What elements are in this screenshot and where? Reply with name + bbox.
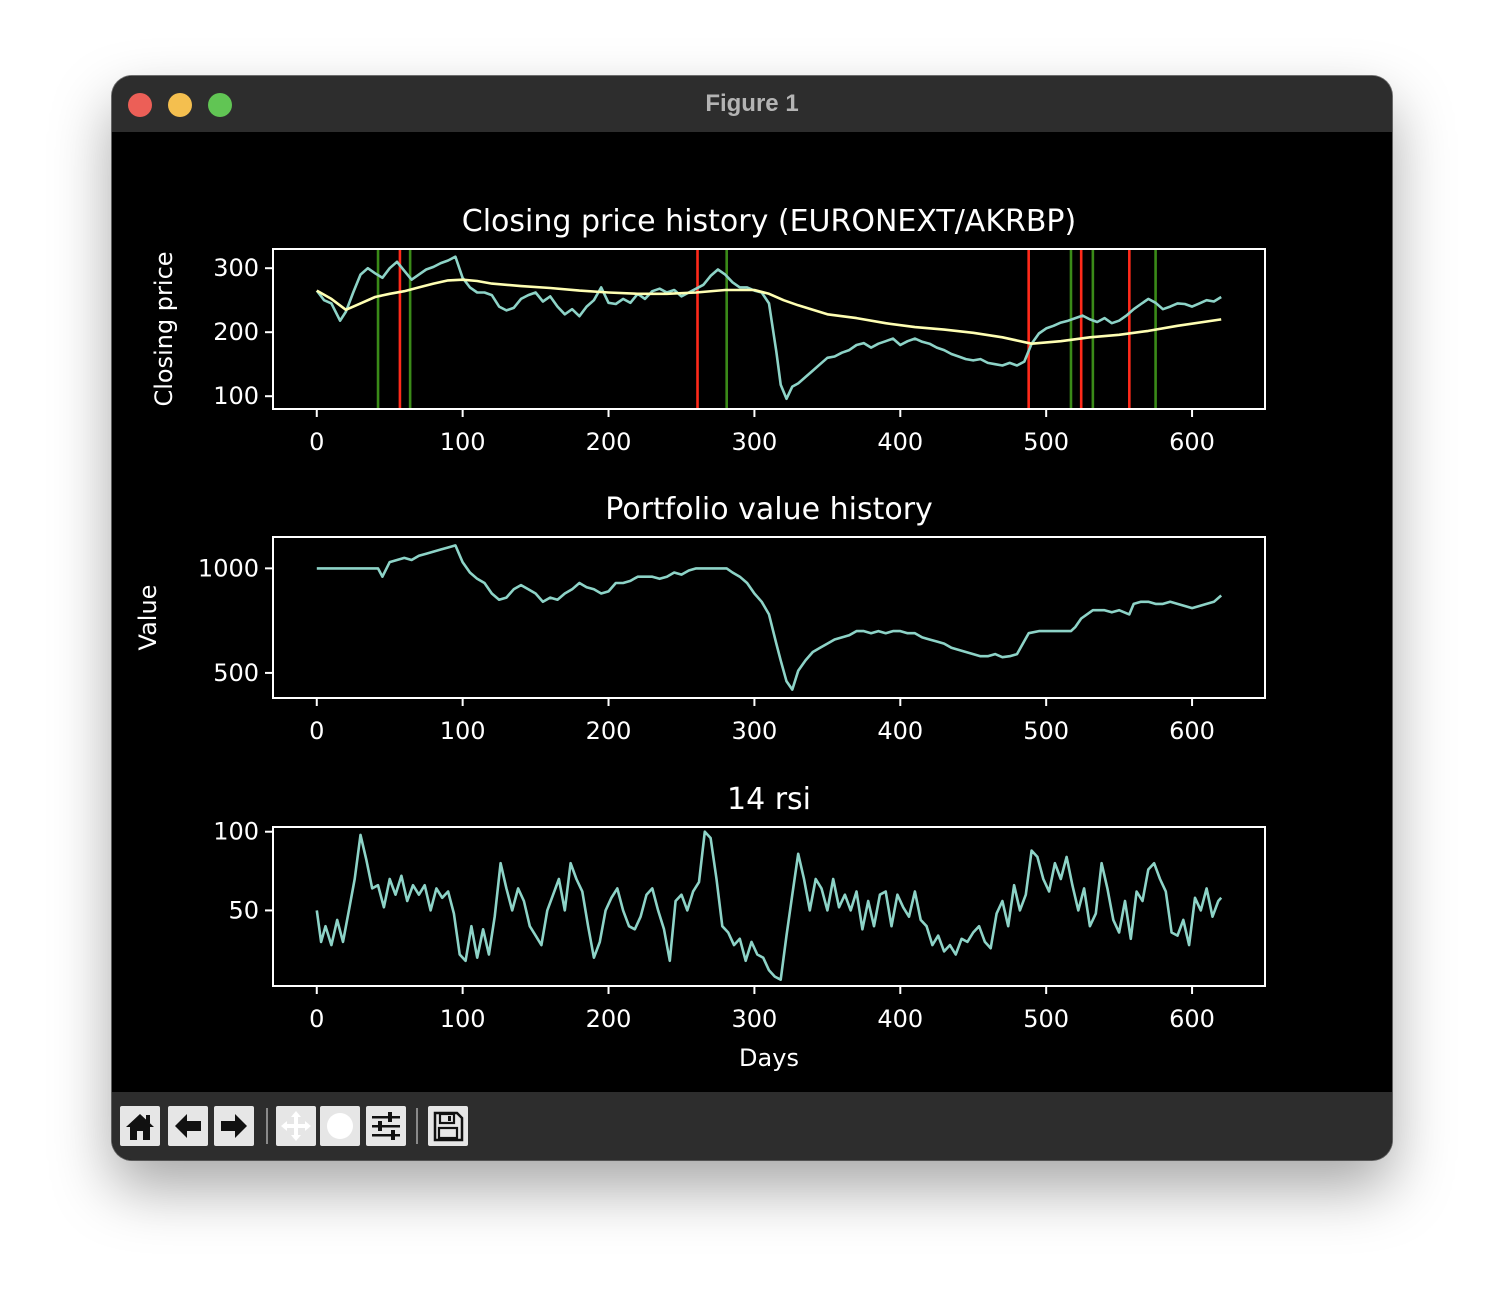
- subplot-title: Closing price history (EURONEXT/AKRBP): [462, 204, 1076, 239]
- rsi-line: [315, 830, 1223, 982]
- x-tick-label: 0: [309, 428, 324, 456]
- x-tick-label: 0: [309, 1005, 324, 1033]
- zoom-icon: [327, 1113, 353, 1139]
- move-icon: [281, 1111, 311, 1141]
- subplot-3: 14 rsi 0 100 200 300 400 500 600 50 100 Days: [213, 782, 1266, 1072]
- axes-frame: [272, 826, 1266, 987]
- x-tick-label: 200: [586, 428, 632, 456]
- y-axis-label: Closing price: [150, 251, 178, 406]
- x-tick-label: 400: [877, 1005, 923, 1033]
- arrow-left-icon: [175, 1114, 201, 1138]
- y-tick-label: 100: [213, 818, 259, 846]
- toolbar-separator: [416, 1108, 418, 1144]
- y-tick-label: 300: [213, 254, 259, 282]
- x-tick-label: 400: [877, 717, 923, 745]
- home-button[interactable]: [120, 1106, 160, 1146]
- zoom-button[interactable]: [320, 1106, 360, 1146]
- x-tick-label: 100: [440, 428, 486, 456]
- save-button[interactable]: [428, 1106, 468, 1146]
- x-tick-label: 600: [1169, 717, 1215, 745]
- navigation-toolbar: [112, 1092, 1392, 1160]
- portfolio-line: [316, 544, 1223, 691]
- home-icon: [126, 1114, 154, 1140]
- subplot-2: Portfolio value history 0 100 200 300 400 500 6…: [134, 492, 1266, 745]
- price-line: [315, 255, 1222, 401]
- toolbar-separator: [266, 1108, 268, 1144]
- arrow-right-icon: [221, 1114, 247, 1138]
- x-tick-label: 300: [732, 1005, 778, 1033]
- x-tick-label: 400: [877, 428, 923, 456]
- x-tick-label: 100: [440, 717, 486, 745]
- sliders-icon: [372, 1112, 400, 1140]
- configure-subplots-button[interactable]: [366, 1106, 406, 1146]
- pan-button[interactable]: [276, 1106, 316, 1146]
- x-tick-label: 0: [309, 717, 324, 745]
- figure-window: Figure 1 Closing price history (EURONEXT…: [112, 76, 1392, 1160]
- figure-canvas: Closing price history (EURONEXT/AKRBP)0 1…: [134, 204, 1266, 1072]
- x-tick-label: 500: [1023, 717, 1069, 745]
- y-axis-label: Value: [134, 585, 162, 651]
- subplot-title: 14 rsi: [727, 782, 811, 817]
- x-tick-label: 500: [1023, 1005, 1069, 1033]
- x-tick-label: 300: [732, 717, 778, 745]
- y-tick-label: 1000: [198, 554, 259, 582]
- x-tick-label: 200: [586, 717, 632, 745]
- x-axis-label: Days: [739, 1044, 799, 1072]
- y-tick-label: 100: [213, 382, 259, 410]
- x-tick-label: 600: [1169, 1005, 1215, 1033]
- x-tick-label: 100: [440, 1005, 486, 1033]
- window-title: Figure 1: [705, 90, 799, 117]
- title-bar: Figure 1: [112, 76, 1392, 132]
- x-tick-label: 500: [1023, 428, 1069, 456]
- subplot-1: Closing price history (EURONEXT/AKRBP) 0 1…: [150, 204, 1266, 456]
- save-icon: [433, 1111, 464, 1142]
- x-tick-label: 300: [732, 428, 778, 456]
- y-tick-label: 500: [213, 659, 259, 687]
- y-tick-label: 50: [228, 896, 259, 924]
- x-tick-label: 200: [586, 1005, 632, 1033]
- back-button[interactable]: [168, 1106, 208, 1146]
- x-tick-label: 600: [1169, 428, 1215, 456]
- subplot-title: Portfolio value history: [605, 492, 933, 527]
- y-tick-label: 200: [213, 318, 259, 346]
- forward-button[interactable]: [214, 1106, 254, 1146]
